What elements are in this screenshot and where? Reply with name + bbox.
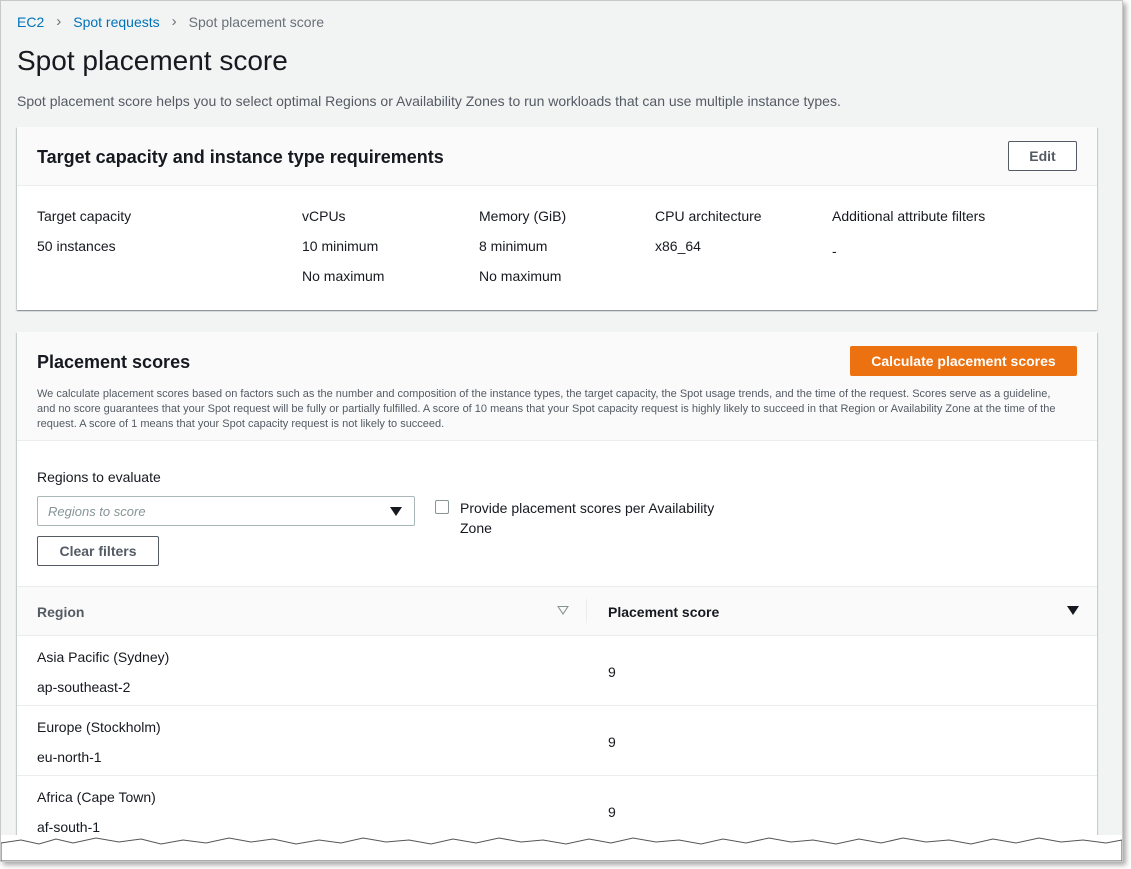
regions-select[interactable]: Regions to score	[37, 496, 415, 526]
caret-down-icon	[390, 507, 402, 516]
region-name: Europe (Stockholm)	[37, 719, 161, 735]
column-divider	[586, 599, 587, 623]
clear-filters-button[interactable]: Clear filters	[37, 536, 159, 566]
memory-min-value: 8 minimum	[479, 238, 548, 254]
regions-select-placeholder: Regions to score	[48, 504, 146, 519]
calculate-placement-scores-button[interactable]: Calculate placement scores	[850, 346, 1077, 376]
region-code: af-south-1	[37, 819, 101, 835]
cpu-architecture-label: CPU architecture	[655, 208, 762, 224]
requirements-panel: Target capacity and instance type requir…	[17, 127, 1097, 310]
az-scores-checkbox[interactable]	[435, 500, 449, 514]
region-code: ap-southeast-2	[37, 679, 131, 695]
vcpus-min-value: 10 minimum	[302, 238, 379, 254]
placement-score-value: 9	[608, 804, 616, 820]
placement-scores-panel-header: Placement scores Calculate placement sco…	[17, 332, 1097, 441]
target-capacity-value: 50 instances	[37, 238, 116, 254]
cpu-architecture-value: x86_64	[655, 238, 701, 254]
page-title: Spot placement score	[17, 45, 288, 76]
requirements-title: Target capacity and instance type requir…	[37, 147, 444, 167]
page-description: Spot placement score helps you to select…	[17, 93, 841, 109]
az-scores-option[interactable]: Provide placement scores per Availabilit…	[435, 498, 740, 538]
torn-edge	[1, 835, 1122, 861]
breadcrumb: EC2 › Spot requests › Spot placement sco…	[17, 13, 324, 30]
region-name: Asia Pacific (Sydney)	[37, 649, 170, 665]
attribute-filters-label: Additional attribute filters	[832, 208, 986, 224]
attribute-filters-value: -	[832, 243, 837, 259]
breadcrumb-ec2-link[interactable]: EC2	[17, 14, 44, 30]
placement-scores-description: We calculate placement scores based on f…	[37, 388, 1056, 430]
sort-descending-icon[interactable]	[1067, 606, 1079, 615]
placement-score-value: 9	[608, 734, 616, 750]
placement-score-value: 9	[608, 664, 616, 680]
placement-scores-title: Placement scores	[37, 352, 191, 372]
cpu-architecture-column: CPU architecture x86_64	[655, 208, 762, 268]
page-frame: EC2 › Spot requests › Spot placement sco…	[0, 0, 1123, 862]
edit-button[interactable]: Edit	[1008, 141, 1077, 171]
vcpus-label: vCPUs	[302, 208, 346, 224]
memory-label: Memory (GiB)	[479, 208, 567, 224]
region-code: eu-north-1	[37, 749, 102, 765]
region-name: Africa (Cape Town)	[37, 789, 156, 805]
table-header: Region Placement score	[17, 586, 1097, 636]
memory-max-value: No maximum	[479, 268, 562, 284]
breadcrumb-current: Spot placement score	[188, 13, 325, 30]
vcpus-column: vCPUs 10 minimum No maximum	[302, 208, 384, 298]
target-capacity-column: Target capacity 50 instances	[37, 208, 131, 268]
breadcrumb-spot-requests-link[interactable]: Spot requests	[73, 14, 159, 30]
attribute-filters-column: Additional attribute filters -	[832, 208, 985, 273]
placement-scores-panel: Placement scores Calculate placement sco…	[17, 332, 1097, 861]
az-scores-checkbox-label[interactable]: Provide placement scores per Availabilit…	[460, 498, 740, 538]
vcpus-max-value: No maximum	[302, 268, 385, 284]
placement-score-column-header[interactable]: Placement score	[608, 604, 719, 620]
sort-icon[interactable]	[557, 606, 569, 615]
requirements-panel-header: Target capacity and instance type requir…	[17, 127, 1097, 186]
target-capacity-label: Target capacity	[37, 208, 132, 224]
region-column-header[interactable]: Region	[37, 604, 84, 620]
memory-column: Memory (GiB) 8 minimum No maximum	[479, 208, 566, 298]
chevron-right-icon: ›	[56, 13, 62, 30]
regions-to-evaluate-label: Regions to evaluate	[37, 469, 161, 485]
table-row: Europe (Stockholm) eu-north-1 9	[17, 706, 1097, 776]
table-row: Asia Pacific (Sydney) ap-southeast-2 9	[17, 636, 1097, 706]
chevron-right-icon: ›	[171, 13, 177, 30]
placement-scores-table: Region Placement score Asia Pacific (Syd…	[17, 586, 1097, 846]
